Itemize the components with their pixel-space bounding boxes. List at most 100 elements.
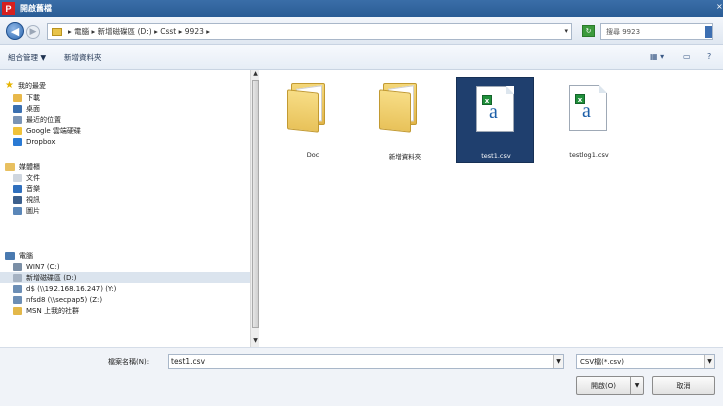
nav-label: 文件 <box>26 173 40 182</box>
forward-button[interactable]: ▶ <box>26 25 40 39</box>
music-icon <box>13 184 22 193</box>
nav-item-msn[interactable]: MSN 上我的社群 <box>0 305 250 316</box>
drive-icon <box>13 262 22 271</box>
folder-front-icon <box>379 89 411 133</box>
chevron-down-icon[interactable]: ▾ <box>564 27 568 35</box>
nav-label: 新增磁碟區 (D:) <box>26 273 77 282</box>
file-item-folder[interactable]: Doc <box>274 77 352 163</box>
nav-libraries[interactable]: 媒體櫃 <box>0 161 250 172</box>
nav-label: WIN7 (C:) <box>26 262 60 271</box>
chevron-down-icon[interactable]: ▼ <box>553 355 563 368</box>
file-list: Doc 新增資料夾 x a test1.csv x a testlog1.csv <box>260 70 723 347</box>
nav-item-drive-c[interactable]: WIN7 (C:) <box>0 261 250 272</box>
nav-item-recent[interactable]: 最近的位置 <box>0 114 250 125</box>
nav-item-drive-y[interactable]: d$ (\\192.168.16.247) (Y:) <box>0 283 250 294</box>
nav-item-videos[interactable]: 視訊 <box>0 194 250 205</box>
file-name: testlog1.csv <box>569 151 609 159</box>
nav-label: 我的最愛 <box>18 81 46 90</box>
drive-icon <box>13 273 22 282</box>
organize-button[interactable]: 組合管理 ▼ <box>8 52 46 63</box>
chevron-down-icon[interactable]: ▼ <box>630 377 643 394</box>
preview-pane-icon[interactable]: ▭ <box>683 52 691 61</box>
navigation-pane: ★ 我的最愛 下載 桌面 最近的位置 Google 雲端硬碟 Dropbox 媒… <box>0 70 250 347</box>
search-input[interactable]: 搜尋 9923 <box>600 23 713 40</box>
nav-item-desktop[interactable]: 桌面 <box>0 103 250 114</box>
scroll-up-icon[interactable]: ▲ <box>251 70 260 80</box>
csv-file-icon: x a <box>569 85 607 131</box>
computer-icon <box>5 251 15 260</box>
new-folder-button[interactable]: 新增資料夾 <box>64 52 102 63</box>
nav-item-google-drive[interactable]: Google 雲端硬碟 <box>0 125 250 136</box>
file-item-csv-selected[interactable]: x a test1.csv <box>456 77 534 163</box>
address-bar-area: ◀ ▶ ▸ 電腦 ▸ 新增磁碟區 (D:) ▸ Csst ▸ 9923 ▸ ▾ … <box>0 17 723 45</box>
back-button[interactable]: ◀ <box>6 22 24 40</box>
nav-label: 視訊 <box>26 195 40 204</box>
bottom-pane: 檔案名稱(N): test1.csv ▼ CSV檔(*.csv) ▼ 開啟(O)… <box>0 347 723 406</box>
nav-item-documents[interactable]: 文件 <box>0 172 250 183</box>
page-fold-icon <box>599 85 607 93</box>
nav-label: 下載 <box>26 93 40 102</box>
search-placeholder: 搜尋 9923 <box>606 27 641 36</box>
file-name: test1.csv <box>481 152 511 160</box>
folder-icon <box>52 27 62 36</box>
dropbox-icon <box>13 137 22 146</box>
search-icon[interactable] <box>705 26 712 38</box>
desktop-icon <box>13 104 22 113</box>
breadcrumb[interactable]: ▸ 電腦 ▸ 新增磁碟區 (D:) ▸ Csst ▸ 9923 ▸ <box>68 26 210 37</box>
nav-item-pictures[interactable]: 圖片 <box>0 205 250 216</box>
downloads-icon <box>13 93 22 102</box>
file-item-csv[interactable]: x a testlog1.csv <box>550 77 628 163</box>
videos-icon <box>13 195 22 204</box>
nav-item-downloads[interactable]: 下載 <box>0 92 250 103</box>
nav-scrollbar[interactable]: ▲ ▼ <box>250 70 259 347</box>
window-title: 開啟舊檔 <box>20 4 52 13</box>
filename-input[interactable]: test1.csv ▼ <box>168 354 564 369</box>
recent-places-icon <box>13 115 22 124</box>
text-glyph-icon: a <box>489 101 498 123</box>
close-icon[interactable]: × <box>716 2 723 14</box>
command-bar: 組合管理 ▼ 新增資料夾 ▦ ▾ ▭ ? <box>0 45 723 70</box>
view-options-icon[interactable]: ▦ ▾ <box>650 52 664 61</box>
title-bar: P 開啟舊檔 × <box>0 0 723 17</box>
nav-label: MSN 上我的社群 <box>26 306 79 315</box>
network-drive-icon <box>13 295 22 304</box>
nav-label: 桌面 <box>26 104 40 113</box>
help-icon[interactable]: ? <box>707 52 711 61</box>
filename-label: 檔案名稱(N): <box>108 358 150 366</box>
network-drive-icon <box>13 284 22 293</box>
refresh-button[interactable]: ↻ <box>582 25 595 37</box>
nav-label: 音樂 <box>26 184 40 193</box>
documents-icon <box>13 173 22 182</box>
star-icon: ★ <box>5 79 14 91</box>
nav-label: d$ (\\192.168.16.247) (Y:) <box>26 284 117 293</box>
nav-item-drive-d[interactable]: 新增磁碟區 (D:) <box>0 272 250 283</box>
nav-item-drive-z[interactable]: nfsd8 (\\secpap5) (Z:) <box>0 294 250 305</box>
folder-icon <box>13 306 22 315</box>
nav-item-music[interactable]: 音樂 <box>0 183 250 194</box>
nav-favorites[interactable]: ★ 我的最愛 <box>0 80 250 91</box>
csv-file-icon: x a <box>476 86 514 132</box>
file-item-folder[interactable]: 新增資料夾 <box>366 77 444 163</box>
filetype-select[interactable]: CSV檔(*.csv) ▼ <box>576 354 715 369</box>
scroll-down-icon[interactable]: ▼ <box>251 337 260 347</box>
nav-label: 電腦 <box>19 251 33 260</box>
nav-label: nfsd8 (\\secpap5) (Z:) <box>26 295 103 304</box>
filetype-value: CSV檔(*.csv) <box>580 358 624 366</box>
nav-computer[interactable]: 電腦 <box>0 250 250 261</box>
scroll-thumb[interactable] <box>252 80 259 328</box>
open-button[interactable]: 開啟(O) ▼ <box>576 376 644 395</box>
nav-label: Dropbox <box>26 137 56 146</box>
nav-label: 最近的位置 <box>26 115 61 124</box>
page-fold-icon <box>506 86 514 94</box>
nav-label: 媒體櫃 <box>19 162 40 171</box>
cancel-button[interactable]: 取消 <box>652 376 715 395</box>
pictures-icon <box>13 206 22 215</box>
file-name: 新增資料夾 <box>388 153 422 161</box>
chevron-down-icon[interactable]: ▼ <box>704 355 714 368</box>
nav-item-dropbox[interactable]: Dropbox <box>0 136 250 147</box>
google-drive-icon <box>13 126 22 135</box>
address-box[interactable]: ▸ 電腦 ▸ 新增磁碟區 (D:) ▸ Csst ▸ 9923 ▸ ▾ <box>47 23 572 40</box>
file-name: Doc <box>306 151 320 159</box>
text-glyph-icon: a <box>582 100 591 122</box>
open-button-label: 開啟(O) <box>591 381 616 390</box>
